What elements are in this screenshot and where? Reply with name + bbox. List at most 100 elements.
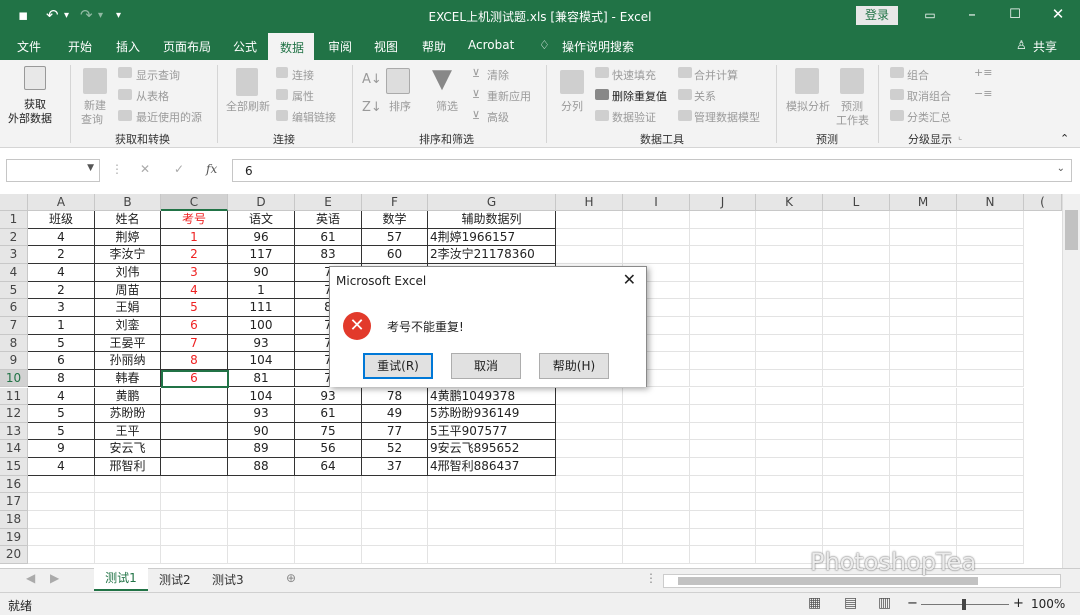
cell[interactable] bbox=[690, 546, 756, 564]
cell[interactable] bbox=[756, 228, 823, 247]
cell[interactable] bbox=[890, 228, 957, 247]
cell[interactable] bbox=[690, 246, 756, 264]
cell[interactable] bbox=[690, 369, 756, 388]
cell[interactable]: 75 bbox=[295, 422, 362, 441]
consolidate-button[interactable]: 合并计算 bbox=[694, 67, 738, 83]
cell[interactable]: 52 bbox=[362, 440, 428, 459]
forecast-label-2[interactable]: 工作表 bbox=[836, 112, 869, 128]
page-layout-view-icon[interactable]: ▤ bbox=[844, 595, 857, 611]
cell[interactable] bbox=[161, 546, 228, 564]
cell[interactable] bbox=[228, 528, 295, 547]
cell[interactable] bbox=[823, 458, 890, 476]
retry-button[interactable]: 重试(R) bbox=[363, 353, 433, 379]
cell[interactable] bbox=[556, 440, 623, 459]
insert-function-icon[interactable]: fx bbox=[206, 162, 217, 176]
cell[interactable] bbox=[28, 546, 95, 564]
cell[interactable] bbox=[556, 387, 623, 406]
cell[interactable]: 5 bbox=[28, 334, 95, 353]
cell[interactable]: 6 bbox=[28, 352, 95, 370]
cell[interactable] bbox=[295, 511, 362, 529]
cell[interactable] bbox=[823, 422, 890, 441]
row-header[interactable]: 14 bbox=[0, 440, 28, 459]
row-header[interactable]: 3 bbox=[0, 246, 28, 264]
cell[interactable] bbox=[228, 511, 295, 529]
cell[interactable]: 辅助数据列 bbox=[428, 211, 556, 229]
cell[interactable] bbox=[823, 281, 890, 300]
cell[interactable] bbox=[957, 511, 1024, 529]
zoom-level[interactable]: 100% bbox=[1031, 597, 1065, 611]
tab-page-layout[interactable]: 页面布局 bbox=[163, 38, 211, 55]
cell[interactable] bbox=[690, 458, 756, 476]
cell[interactable]: 5 bbox=[28, 422, 95, 441]
cell[interactable] bbox=[623, 422, 690, 441]
cell[interactable] bbox=[890, 263, 957, 282]
cell[interactable]: 90 bbox=[228, 422, 295, 441]
row-header[interactable]: 9 bbox=[0, 352, 28, 370]
cell[interactable] bbox=[161, 440, 228, 459]
cell[interactable] bbox=[690, 405, 756, 423]
sheet-tab-3[interactable]: 测试3 bbox=[212, 571, 244, 588]
cell[interactable]: 104 bbox=[228, 352, 295, 370]
cell[interactable]: 93 bbox=[295, 387, 362, 406]
cell[interactable] bbox=[823, 316, 890, 335]
cell[interactable] bbox=[756, 440, 823, 459]
cell[interactable] bbox=[957, 228, 1024, 247]
tell-me-search[interactable]: 操作说明搜索 bbox=[562, 38, 634, 55]
cell[interactable] bbox=[890, 511, 957, 529]
column-header[interactable]: K bbox=[756, 194, 823, 211]
cell[interactable] bbox=[823, 511, 890, 529]
vertical-scrollbar[interactable] bbox=[1062, 194, 1080, 568]
cell[interactable] bbox=[28, 528, 95, 547]
cell[interactable] bbox=[823, 352, 890, 370]
row-header[interactable]: 16 bbox=[0, 475, 28, 494]
cell[interactable] bbox=[95, 475, 161, 494]
cell[interactable] bbox=[756, 422, 823, 441]
cell[interactable] bbox=[623, 211, 690, 229]
select-all-corner[interactable] bbox=[0, 194, 28, 211]
cell[interactable]: 61 bbox=[295, 405, 362, 423]
cell[interactable]: 83 bbox=[295, 246, 362, 264]
cell[interactable]: 37 bbox=[362, 458, 428, 476]
cell[interactable] bbox=[823, 405, 890, 423]
tab-home[interactable]: 开始 bbox=[68, 38, 92, 55]
ribbon-display-icon[interactable]: ▭ bbox=[918, 8, 942, 22]
cell[interactable] bbox=[957, 528, 1024, 547]
cell[interactable]: 117 bbox=[228, 246, 295, 264]
cell[interactable]: 60 bbox=[362, 246, 428, 264]
cell[interactable] bbox=[957, 475, 1024, 494]
cell[interactable] bbox=[362, 475, 428, 494]
cell[interactable]: 王平 bbox=[95, 422, 161, 441]
cell[interactable] bbox=[890, 475, 957, 494]
vertical-scroll-thumb[interactable] bbox=[1065, 210, 1078, 250]
cell[interactable]: 77 bbox=[362, 422, 428, 441]
cell[interactable]: 黄鹏 bbox=[95, 387, 161, 406]
cell[interactable]: 100 bbox=[228, 316, 295, 335]
column-header[interactable]: B bbox=[95, 194, 161, 211]
horizontal-scroll-thumb[interactable] bbox=[678, 577, 978, 585]
cell[interactable]: 96 bbox=[228, 228, 295, 247]
cell[interactable] bbox=[756, 528, 823, 547]
cell[interactable]: 4 bbox=[28, 458, 95, 476]
cell[interactable] bbox=[957, 369, 1024, 388]
cell[interactable] bbox=[890, 369, 957, 388]
cell[interactable] bbox=[890, 387, 957, 406]
cell[interactable] bbox=[690, 352, 756, 370]
cell[interactable]: 5苏盼盼936149 bbox=[428, 405, 556, 423]
group-button[interactable]: 组合 bbox=[907, 67, 929, 83]
cell[interactable] bbox=[556, 211, 623, 229]
cell[interactable] bbox=[756, 281, 823, 300]
expand-formula-icon[interactable]: ⌄ bbox=[1057, 163, 1065, 174]
cancel-entry-icon[interactable]: ✕ bbox=[140, 162, 150, 176]
row-header[interactable]: 1 bbox=[0, 211, 28, 229]
cell[interactable] bbox=[690, 422, 756, 441]
cell[interactable] bbox=[823, 228, 890, 247]
cell[interactable]: 57 bbox=[362, 228, 428, 247]
name-box[interactable]: ▼ bbox=[6, 159, 100, 182]
cell[interactable] bbox=[957, 405, 1024, 423]
clear-button[interactable]: 清除 bbox=[487, 67, 509, 83]
cell[interactable] bbox=[556, 528, 623, 547]
cell[interactable] bbox=[623, 228, 690, 247]
cell[interactable]: 111 bbox=[228, 299, 295, 317]
relationships-button[interactable]: 关系 bbox=[694, 88, 716, 104]
hide-detail-icon[interactable]: −≡ bbox=[974, 87, 992, 100]
